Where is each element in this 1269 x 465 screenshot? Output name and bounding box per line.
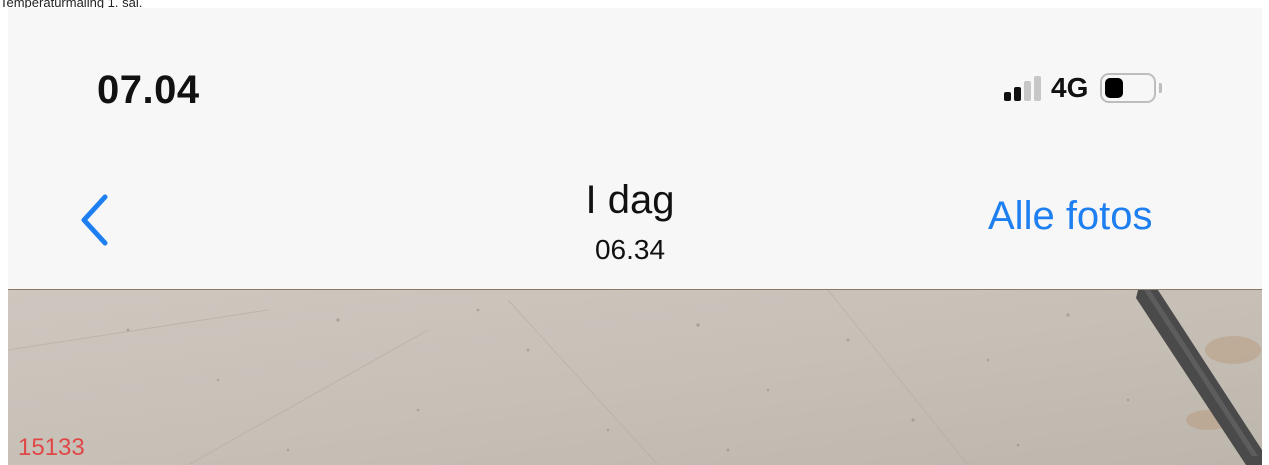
nav-title: I dag bbox=[585, 178, 675, 222]
chevron-left-icon bbox=[81, 194, 108, 246]
photo-preview[interactable] bbox=[8, 290, 1262, 465]
signal-bar bbox=[1014, 87, 1021, 101]
status-indicators: 4G bbox=[1004, 70, 1163, 106]
battery-level bbox=[1105, 78, 1124, 98]
concrete-texture bbox=[8, 290, 1262, 465]
signal-bar bbox=[1034, 76, 1041, 101]
phone-screen: 07.04 4G I dag 06.34 Alle fotos 15133 bbox=[8, 8, 1262, 465]
signal-bar bbox=[1024, 81, 1031, 101]
status-time: 07.04 bbox=[97, 68, 200, 112]
back-button[interactable] bbox=[70, 188, 118, 252]
all-photos-button[interactable]: Alle fotos bbox=[988, 194, 1153, 239]
image-number: 15133 bbox=[18, 434, 85, 461]
battery-cap bbox=[1159, 83, 1163, 93]
network-type: 4G bbox=[1051, 72, 1089, 103]
battery-icon bbox=[1100, 73, 1157, 103]
signal-bar bbox=[1004, 92, 1011, 101]
nav-subtitle: 06.34 bbox=[594, 234, 666, 265]
signal-icon bbox=[1004, 75, 1041, 101]
